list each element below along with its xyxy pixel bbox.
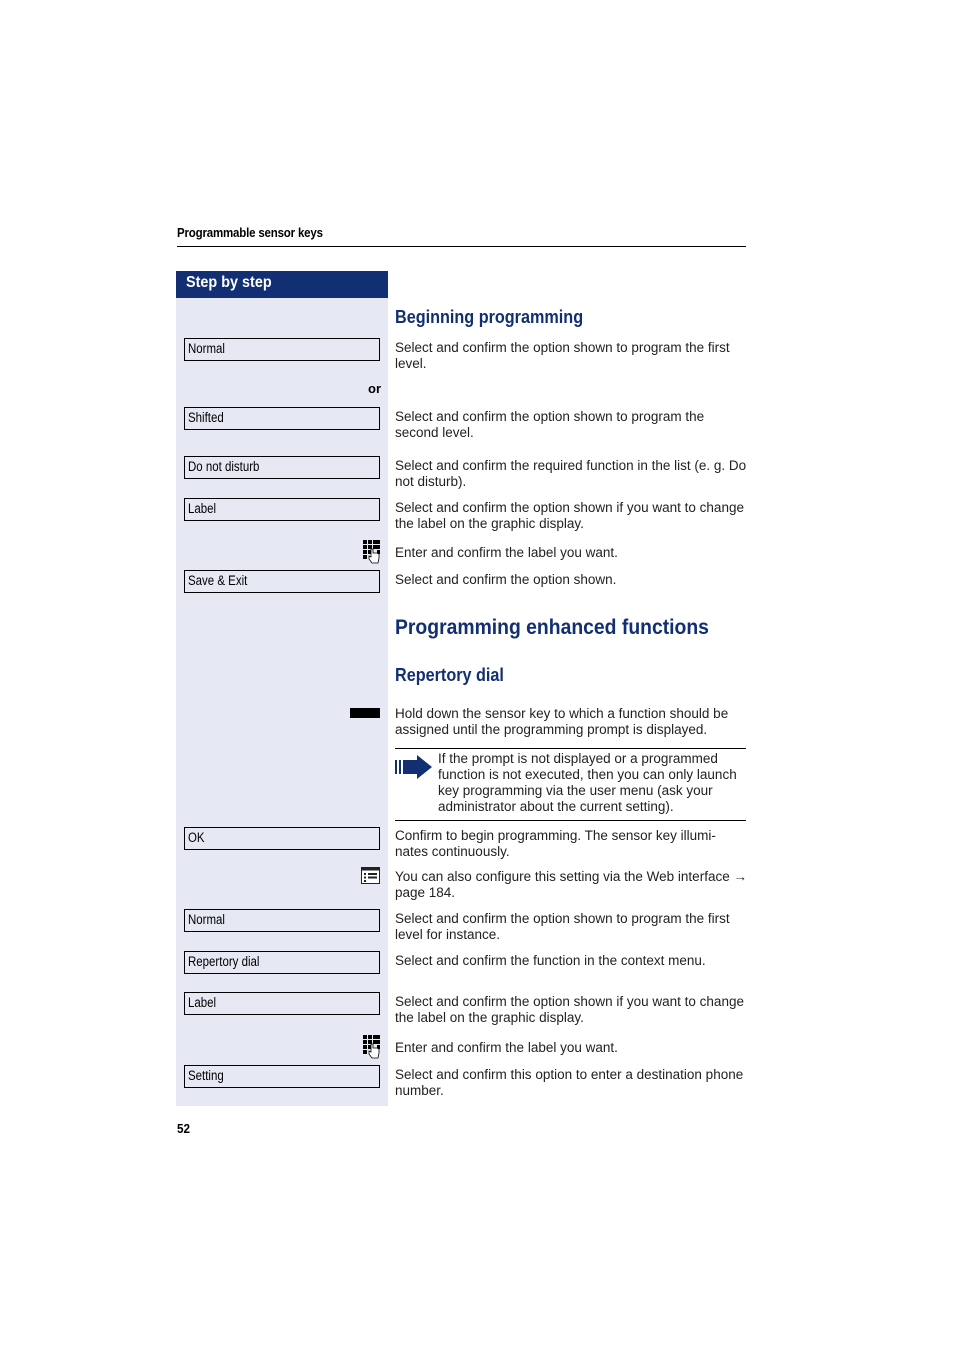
step-description: Select and confirm the required function… xyxy=(395,458,747,489)
heading-programming-enhanced-functions: Programming enhanced functions xyxy=(395,615,709,639)
keypad-icon xyxy=(363,540,380,564)
step-by-step-sidebar xyxy=(176,271,388,1106)
heading-beginning-programming: Beginning programming xyxy=(395,307,584,327)
step-description: You can also configure this setting via … xyxy=(395,869,747,901)
note-bottom-rule xyxy=(395,820,746,821)
sidebar-title: Step by step xyxy=(186,274,272,291)
step-description: Select and confirm the function in the c… xyxy=(395,953,706,968)
web-interface-icon xyxy=(361,867,380,884)
page-number: 52 xyxy=(177,1121,191,1136)
step-description: Select and confirm the option shown if y… xyxy=(395,500,744,531)
or-connector: or xyxy=(368,381,381,396)
arrow-note-icon xyxy=(395,755,432,779)
sidebar-header: Step by step xyxy=(176,271,388,298)
step-description: Hold down the sensor key to which a func… xyxy=(395,706,729,737)
note-text: If the prompt is not displayed or a prog… xyxy=(438,751,737,814)
key-repertory-dial[interactable]: Repertory dial xyxy=(184,951,380,974)
key-ok[interactable]: OK xyxy=(184,827,380,850)
step-description: Select and confirm this option to enter … xyxy=(395,1067,744,1098)
step-description: Enter and confirm the label you want. xyxy=(395,1040,618,1055)
step-description: Enter and confirm the label you want. xyxy=(395,545,618,560)
key-shifted[interactable]: Shifted xyxy=(184,407,380,430)
header-rule xyxy=(177,246,746,247)
web-interface-reference[interactable]: You can also configure this setting via … xyxy=(395,869,747,900)
step-description: Select and confirm the option shown to p… xyxy=(395,911,730,942)
key-normal[interactable]: Normal xyxy=(184,909,380,932)
key-normal[interactable]: Normal xyxy=(184,338,380,361)
key-setting[interactable]: Setting xyxy=(184,1065,380,1088)
step-description: Select and confirm the option shown. xyxy=(395,572,617,587)
step-description: Confirm to begin programming. The sensor… xyxy=(395,828,716,859)
key-save-exit[interactable]: Save & Exit xyxy=(184,570,380,593)
heading-repertory-dial: Repertory dial xyxy=(395,665,504,685)
key-label[interactable]: Label xyxy=(184,992,380,1015)
keypad-icon xyxy=(363,1035,380,1059)
note-top-rule xyxy=(395,748,746,749)
step-description: Select and confirm the option shown if y… xyxy=(395,994,744,1025)
running-head: Programmable sensor keys xyxy=(177,226,323,240)
key-do-not-disturb[interactable]: Do not disturb xyxy=(184,456,380,479)
key-label[interactable]: Label xyxy=(184,498,380,521)
step-description: Select and confirm the option shown to p… xyxy=(395,340,730,371)
step-description: Select and confirm the option shown to p… xyxy=(395,409,705,440)
sensor-key-icon xyxy=(350,708,380,718)
